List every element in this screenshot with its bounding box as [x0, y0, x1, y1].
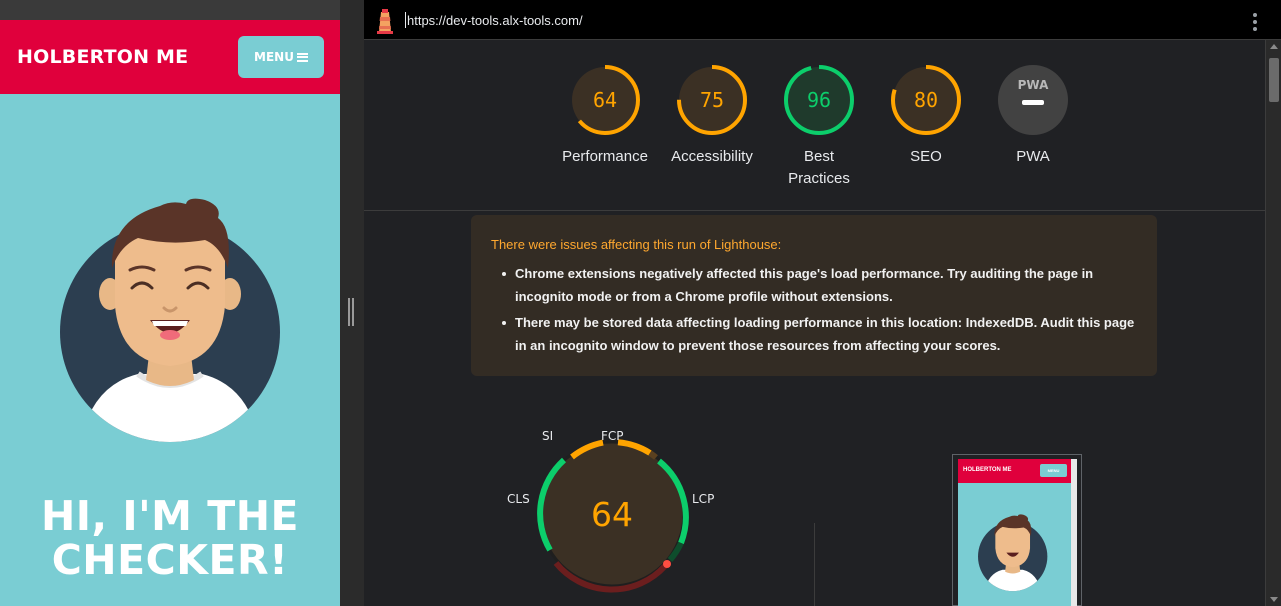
- gauge-label: Accessibility: [671, 148, 753, 165]
- top-strip: [0, 0, 364, 20]
- url-text[interactable]: https://dev-tools.alx-tools.com/: [405, 12, 583, 28]
- hero-line-1: HI, I'M THE: [40, 492, 300, 540]
- warning-item: Chrome extensions negatively affected th…: [502, 262, 1137, 308]
- thumbnail-header: HOLBERTON ME MENU: [958, 459, 1071, 483]
- gauge-seo-ring: 80: [891, 65, 961, 135]
- metric-label-fcp: FCP: [601, 429, 624, 443]
- thumbnail-avatar: [978, 514, 1048, 592]
- thumbnail-page: HOLBERTON ME MENU: [958, 459, 1071, 606]
- gauge-pwa[interactable]: PWA PWA: [978, 62, 1088, 168]
- menu-button[interactable]: MENU: [238, 36, 324, 78]
- score-value: 80: [914, 88, 938, 112]
- performance-metrics-gauge: 64 SI FCP LCP CLS: [507, 429, 714, 593]
- tbt-marker: [663, 560, 671, 568]
- gauge-label: PWA: [1016, 148, 1050, 165]
- thumbnail-menu: MENU: [1040, 464, 1067, 477]
- devtools-scrollbar[interactable]: [1265, 40, 1281, 606]
- score-value: 75: [700, 88, 724, 112]
- gauge-seo[interactable]: 80 SEO: [871, 62, 981, 168]
- url-bar: https://dev-tools.alx-tools.com/: [364, 0, 1281, 40]
- score-gauges: 64 Performance 75 Accessibility 96 Best: [550, 62, 1090, 192]
- gauge-performance-ring: 64: [570, 65, 640, 135]
- warning-title: There were issues affecting this run of …: [491, 237, 782, 252]
- scroll-thumb[interactable]: [1269, 58, 1279, 102]
- gauge-performance[interactable]: 64 Performance: [550, 62, 660, 168]
- gauge-accessibility[interactable]: 75 Accessibility: [657, 62, 767, 168]
- lighthouse-warning: There were issues affecting this run of …: [471, 215, 1157, 376]
- metrics-score: 64: [591, 495, 633, 534]
- gauge-best-practices-ring: 96: [784, 65, 854, 135]
- score-value: 64: [593, 88, 617, 112]
- gauge-accessibility-ring: 75: [677, 65, 747, 135]
- resize-grip-icon[interactable]: [348, 298, 354, 326]
- metric-label-lcp: LCP: [692, 492, 714, 506]
- column-divider: [814, 523, 815, 606]
- hero-line-2: CHECKER!: [51, 536, 289, 584]
- score-value: 96: [807, 88, 831, 112]
- gauge-label: SEO: [910, 148, 942, 165]
- avatar: [60, 198, 280, 442]
- gauge-label: Performance: [562, 148, 648, 165]
- menu-label: MENU: [254, 50, 294, 64]
- lighthouse-icon: [377, 9, 393, 34]
- pwa-badge-text: PWA: [1018, 78, 1049, 92]
- scroll-up-icon[interactable]: [1270, 44, 1278, 49]
- warning-item: There may be stored data affecting loadi…: [502, 311, 1137, 357]
- hero-title: HI, I'M THE CHECKER!: [0, 494, 340, 582]
- thumbnail-scrollbar: [1071, 459, 1077, 606]
- section-divider: [364, 210, 1281, 211]
- hamburger-icon: [296, 52, 308, 62]
- page-screenshot-thumbnail[interactable]: HOLBERTON ME MENU: [952, 454, 1082, 606]
- warning-list: Chrome extensions negatively affected th…: [491, 262, 1137, 357]
- more-options-icon[interactable]: [1253, 13, 1257, 31]
- site-header: HOLBERTON ME MENU: [0, 20, 340, 94]
- thumbnail-brand: HOLBERTON ME: [963, 467, 1012, 473]
- page-preview: HOLBERTON ME MENU HI, I'M THE CHECKER!: [0, 0, 340, 606]
- metric-label-si: SI: [542, 429, 553, 443]
- metric-label-cls: CLS: [507, 492, 530, 506]
- site-brand[interactable]: HOLBERTON ME: [17, 46, 188, 68]
- gauge-label: Best Practices: [788, 148, 850, 187]
- pwa-icon: PWA: [998, 65, 1068, 135]
- devtools-pane: https://dev-tools.alx-tools.com/ 64 Perf…: [364, 0, 1281, 606]
- gauge-best-practices[interactable]: 96 Best Practices: [764, 62, 874, 190]
- scroll-down-icon[interactable]: [1270, 597, 1278, 602]
